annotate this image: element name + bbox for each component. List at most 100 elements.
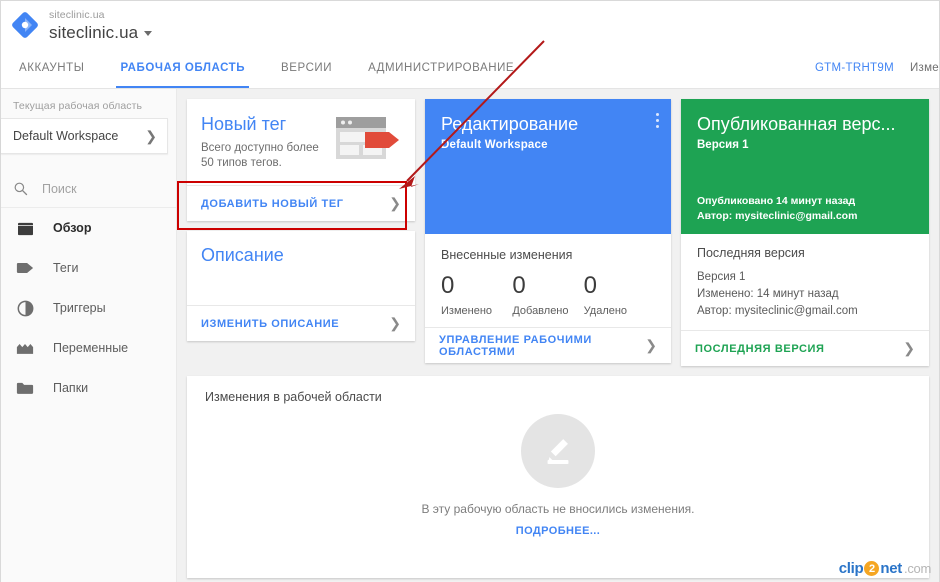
empty-state-text: В эту рабочую область не вносились измен… (421, 502, 695, 516)
account-title: siteclinic.ua (49, 22, 153, 43)
empty-state-more-link[interactable]: ПОДРОБНЕЕ... (516, 525, 600, 537)
chevron-right-icon: ❯ (645, 337, 657, 353)
tab-accounts-label: АККАУНТЫ (19, 62, 85, 74)
stat-deleted-value: 0 (583, 272, 598, 299)
pencil-edit-icon-svg (547, 439, 569, 465)
published-card-action-label: ПОСЛЕДНЯЯ ВЕРСИЯ (695, 342, 825, 355)
new-tag-action-label: ДОБАВИТЬ НОВЫЙ ТЕГ (201, 197, 344, 210)
editing-stats-row: 0 Изменено 0 Добавлено 0 Удалено (441, 272, 655, 317)
editing-stats: Внесенные изменения 0 Изменено 0 Добавле… (425, 234, 671, 327)
editing-card-workspace: Default Workspace (441, 139, 548, 151)
stat-added: 0 Добавлено (512, 272, 583, 317)
published-at: Опубликовано 14 минут назад (697, 195, 856, 207)
main-content: Новый тег Всего доступно более 50 типов … (177, 89, 939, 582)
new-tag-title: Новый тег (201, 114, 287, 134)
tab-workspace[interactable]: РАБОЧАЯ ОБЛАСТЬ (102, 48, 263, 88)
chevron-right-icon: ❯ (903, 340, 915, 356)
empty-state: В эту рабочую область не вносились измен… (187, 414, 929, 537)
workspace-changes-heading: Изменения в рабочей области (205, 390, 382, 404)
tab-admin[interactable]: АДМИНИСТРИРОВАНИЕ (350, 48, 532, 88)
stat-added-value: 0 (512, 272, 526, 299)
stat-modified-label: Изменено (441, 305, 493, 317)
sidebar-item-triggers[interactable]: Триггеры (1, 288, 176, 328)
search-input-placeholder[interactable]: Поиск (42, 182, 77, 196)
kebab-menu-icon[interactable] (656, 113, 659, 131)
published-card-meta: Опубликовано 14 минут назад Автор: mysit… (697, 194, 915, 234)
app-header: siteclinic.ua siteclinic.ua (1, 1, 939, 48)
stat-added-label: Добавлено (512, 305, 569, 317)
latest-version-number: Версия 1 (697, 271, 746, 283)
watermark-part3: .com (904, 561, 931, 576)
published-card-version: Версия 1 (697, 139, 749, 151)
sidebar-item-triggers-label: Триггеры (53, 301, 106, 315)
latest-version-author: Автор: mysiteclinic@gmail.com (697, 305, 858, 317)
sidebar-search[interactable]: Поиск (1, 170, 176, 208)
trigger-icon (15, 298, 35, 318)
sidebar: Текущая рабочая область Default Workspac… (1, 89, 177, 582)
editing-card-header: Редактирование Default Workspace (425, 99, 671, 234)
edit-link[interactable]: Изме (910, 62, 939, 74)
description-action[interactable]: ИЗМЕНИТЬ ОПИСАНИЕ ❯ (187, 305, 415, 341)
published-version-card: Опубликованная верс... Версия 1 Опублико… (681, 99, 929, 366)
sidebar-item-variables[interactable]: Переменные (1, 328, 176, 368)
new-tag-subtitle: Всего доступно более 50 типов тегов. (201, 141, 335, 171)
description-title: Описание (201, 245, 284, 265)
tab-admin-label: АДМИНИСТРИРОВАНИЕ (368, 62, 515, 74)
description-body: Описание (187, 231, 415, 305)
new-tag-text: Новый тег Всего доступно более 50 типов … (201, 113, 335, 185)
pencil-edit-icon (521, 414, 595, 488)
sidebar-item-folders[interactable]: Папки (1, 368, 176, 408)
browser-tag-illustration-svg (336, 117, 399, 159)
chevron-right-icon: ❯ (389, 315, 401, 331)
published-card-action[interactable]: ПОСЛЕДНЯЯ ВЕРСИЯ ❯ (681, 330, 929, 366)
new-tag-subtitle-line2: 50 типов тегов. (201, 157, 282, 169)
editing-card-action-label: УПРАВЛЕНИЕ РАБОЧИМИ ОБЛАСТЯМИ (439, 333, 592, 358)
sidebar-item-folders-label: Папки (53, 381, 89, 395)
sidebar-item-variables-label: Переменные (53, 341, 129, 355)
published-author: Автор: mysiteclinic@gmail.com (697, 210, 858, 222)
header-right-actions: GTM-TRHT9M Изме (815, 48, 939, 88)
account-switcher[interactable]: siteclinic.ua siteclinic.ua (49, 7, 153, 43)
tag-icon (15, 258, 35, 278)
workspace-section-label: Текущая рабочая область (13, 100, 143, 112)
description-card: Описание ИЗМЕНИТЬ ОПИСАНИЕ ❯ (187, 231, 415, 341)
left-card-column: Новый тег Всего доступно более 50 типов … (187, 99, 415, 341)
sidebar-item-overview-label: Обзор (53, 221, 92, 235)
folder-icon (15, 378, 35, 398)
chevron-down-icon[interactable] (144, 31, 153, 36)
sidebar-item-tags[interactable]: Теги (1, 248, 176, 288)
account-subtitle: siteclinic.ua (49, 8, 105, 21)
tab-versions-label: ВЕРСИИ (281, 62, 333, 74)
gtm-workspace-page: siteclinic.ua siteclinic.ua АККАУНТЫ РАБ… (0, 0, 940, 582)
account-title-text: siteclinic.ua (49, 22, 139, 42)
sidebar-item-tags-label: Теги (53, 261, 79, 275)
stat-deleted: 0 Удалено (584, 272, 655, 317)
workspace-selector[interactable]: Default Workspace ❯ (1, 118, 168, 154)
watermark-part1: clip (838, 560, 864, 577)
new-tag-subtitle-line1: Всего доступно более (201, 142, 319, 154)
gtm-diamond-logo-svg (12, 11, 38, 38)
published-card-body: Последняя версия Версия 1 Изменено: 14 м… (681, 234, 929, 330)
watermark-part2: net (880, 560, 903, 577)
stat-modified: 0 Изменено (441, 272, 512, 317)
main-tabbar: АККАУНТЫ РАБОЧАЯ ОБЛАСТЬ ВЕРСИИ АДМИНИСТ… (1, 48, 939, 89)
clip2net-watermark: clip 2 net .com (838, 560, 932, 577)
new-tag-card: Новый тег Всего доступно более 50 типов … (187, 99, 415, 221)
chevron-right-icon: ❯ (389, 195, 401, 211)
tab-versions[interactable]: ВЕРСИИ (263, 48, 350, 88)
container-id-link[interactable]: GTM-TRHT9M (815, 62, 894, 74)
workspace-selector-value: Default Workspace (13, 129, 119, 143)
cards-row: Новый тег Всего доступно более 50 типов … (187, 99, 929, 366)
new-tag-body: Новый тег Всего доступно более 50 типов … (187, 99, 415, 185)
published-card-header: Опубликованная верс... Версия 1 Опублико… (681, 99, 929, 234)
gtm-diamond-logo[interactable] (1, 1, 49, 48)
tab-workspace-label: РАБОЧАЯ ОБЛАСТЬ (120, 62, 246, 74)
sidebar-item-overview[interactable]: Обзор (1, 208, 176, 248)
stat-deleted-label: Удалено (583, 305, 628, 317)
editing-card-action[interactable]: УПРАВЛЕНИЕ РАБОЧИМИ ОБЛАСТЯМИ ❯ (425, 327, 671, 363)
tab-accounts[interactable]: АККАУНТЫ (1, 48, 102, 88)
search-icon (14, 182, 28, 196)
chevron-right-icon: ❯ (145, 128, 157, 144)
new-tag-action[interactable]: ДОБАВИТЬ НОВЫЙ ТЕГ ❯ (187, 185, 415, 221)
watermark-digit: 2 (864, 561, 880, 576)
